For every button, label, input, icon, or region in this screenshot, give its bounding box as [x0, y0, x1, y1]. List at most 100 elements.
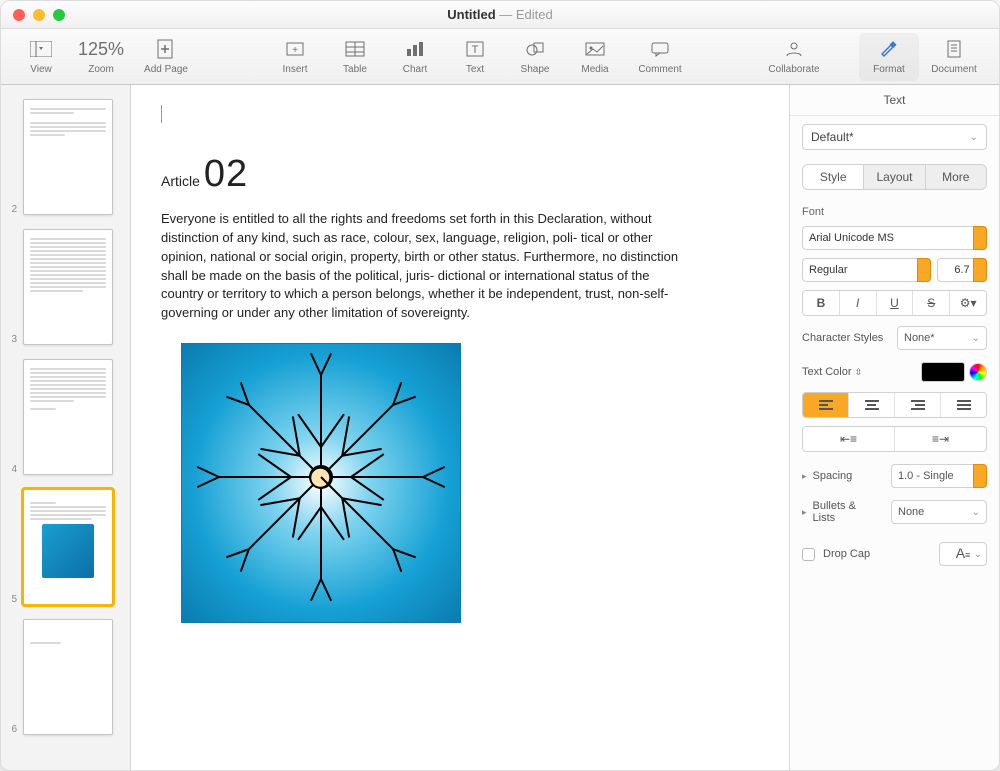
- collaborate-label: Collaborate: [768, 64, 819, 75]
- stepper-icon: [973, 258, 987, 282]
- thumbnail-number: 3: [7, 334, 17, 345]
- spacing-select[interactable]: 1.0 - Single: [891, 464, 987, 488]
- zoom-value: 125%: [78, 38, 124, 60]
- article-body[interactable]: Everyone is entitled to all the rights a…: [161, 210, 681, 323]
- align-right-icon: [911, 400, 925, 410]
- insert-label: Insert: [282, 64, 307, 75]
- character-styles-select[interactable]: None* ⌄: [897, 326, 987, 350]
- document-title: Untitled: [447, 7, 495, 22]
- dropcap-checkbox[interactable]: [802, 548, 815, 561]
- insert-icon: +: [285, 38, 305, 60]
- document-canvas[interactable]: Article02 Everyone is entitled to all th…: [131, 85, 789, 770]
- view-button[interactable]: View: [11, 33, 71, 81]
- thumbnail-preview: [23, 489, 113, 605]
- zoom-button[interactable]: 125% Zoom: [71, 33, 131, 81]
- underline-button[interactable]: U: [876, 291, 913, 315]
- view-label: View: [30, 64, 52, 75]
- advanced-options-button[interactable]: ⚙︎▾: [949, 291, 986, 315]
- font-style-select[interactable]: Regular: [802, 258, 931, 282]
- outdent-button[interactable]: ⇤≡: [803, 427, 894, 451]
- chevron-down-icon: ⌄: [970, 132, 978, 143]
- document-button[interactable]: Document: [919, 33, 989, 81]
- thumbnail-item[interactable]: 6: [1, 615, 130, 745]
- chart-button[interactable]: Chart: [385, 33, 445, 81]
- main-area: 2 3 4: [1, 85, 999, 770]
- spacing-label: Spacing: [813, 470, 853, 482]
- collaborate-icon: [784, 38, 804, 60]
- text-button[interactable]: T Text: [445, 33, 505, 81]
- bullets-disclosure[interactable]: ▸ Bullets & Lists None ⌄: [790, 492, 999, 528]
- dropcap-style-select[interactable]: A≡ ⌄: [939, 542, 987, 566]
- zoom-label: Zoom: [88, 64, 114, 75]
- chart-label: Chart: [403, 64, 427, 75]
- insert-button[interactable]: + Insert: [265, 33, 325, 81]
- text-icon: T: [465, 38, 485, 60]
- thumbnail-preview: [23, 359, 113, 475]
- bullets-label: Bullets & Lists: [813, 500, 879, 524]
- strike-button[interactable]: S: [912, 291, 949, 315]
- format-icon: [880, 38, 898, 60]
- tab-layout[interactable]: Layout: [863, 165, 924, 189]
- thumbnail-number: 2: [7, 204, 17, 215]
- thumbnail-item[interactable]: 2: [1, 95, 130, 225]
- align-justify-button[interactable]: [940, 393, 986, 417]
- add-page-label: Add Page: [144, 64, 188, 75]
- character-styles-label: Character Styles: [802, 332, 883, 344]
- dropcap-glyph: A≡: [956, 545, 971, 563]
- disclosure-triangle-icon: ▸: [802, 507, 807, 518]
- article-illustration[interactable]: [181, 343, 461, 623]
- align-right-button[interactable]: [894, 393, 940, 417]
- font-size-stepper[interactable]: 6.7: [937, 258, 987, 282]
- color-picker-button[interactable]: [969, 363, 987, 381]
- bullets-value: None: [898, 506, 924, 518]
- thumbnail-number: 6: [7, 724, 17, 735]
- stepper-icon: [917, 258, 931, 282]
- tab-style[interactable]: Style: [803, 165, 863, 189]
- font-family-select[interactable]: Arial Unicode MS: [802, 226, 987, 250]
- media-button[interactable]: Media: [565, 33, 625, 81]
- indent-buttons: ⇤≡ ≡⇥: [802, 426, 987, 452]
- format-label: Format: [873, 64, 905, 75]
- spacing-disclosure[interactable]: ▸ Spacing 1.0 - Single: [790, 456, 999, 492]
- bullets-select[interactable]: None ⌄: [891, 500, 987, 524]
- paragraph-style-select[interactable]: Default* ⌄: [802, 124, 987, 150]
- svg-text:+: +: [292, 45, 298, 56]
- add-page-button[interactable]: Add Page: [131, 33, 201, 81]
- indent-button[interactable]: ≡⇥: [894, 427, 986, 451]
- italic-button[interactable]: I: [839, 291, 876, 315]
- view-icon: [30, 38, 52, 60]
- bold-button[interactable]: B: [803, 291, 839, 315]
- stepper-icon: [973, 226, 987, 250]
- chevron-down-icon: ⌄: [972, 507, 980, 518]
- table-button[interactable]: Table: [325, 33, 385, 81]
- thumbnail-number: 5: [7, 594, 17, 605]
- format-button[interactable]: Format: [859, 33, 919, 81]
- character-styles-value: None*: [904, 332, 935, 344]
- font-section-label: Font: [790, 196, 999, 222]
- align-left-icon: [819, 400, 833, 410]
- stepper-icon: [973, 464, 987, 488]
- comment-icon: [650, 38, 670, 60]
- font-family-value: Arial Unicode MS: [809, 232, 894, 244]
- align-left-button[interactable]: [803, 393, 848, 417]
- text-style-buttons: B I U S ⚙︎▾: [802, 290, 987, 316]
- align-center-button[interactable]: [848, 393, 894, 417]
- tab-more[interactable]: More: [925, 165, 986, 189]
- page-thumbnails-sidebar[interactable]: 2 3 4: [1, 85, 131, 770]
- shape-button[interactable]: Shape: [505, 33, 565, 81]
- indent-icon: ≡⇥: [932, 432, 949, 446]
- thumbnail-preview: [23, 619, 113, 735]
- comment-button[interactable]: Comment: [625, 33, 695, 81]
- document-icon: [946, 38, 962, 60]
- text-color-swatch[interactable]: [921, 362, 965, 382]
- thumbnail-item[interactable]: 5: [1, 485, 130, 615]
- table-icon: [345, 38, 365, 60]
- media-icon: [585, 38, 605, 60]
- thumbnail-item[interactable]: 4: [1, 355, 130, 485]
- toolbar: View 125% Zoom Add Page + Insert Table: [1, 29, 999, 85]
- thumbnail-item[interactable]: 3: [1, 225, 130, 355]
- collaborate-button[interactable]: Collaborate: [759, 33, 829, 81]
- document-label: Document: [931, 64, 977, 75]
- document-edited-indicator: — Edited: [499, 7, 552, 22]
- add-page-icon: [157, 38, 175, 60]
